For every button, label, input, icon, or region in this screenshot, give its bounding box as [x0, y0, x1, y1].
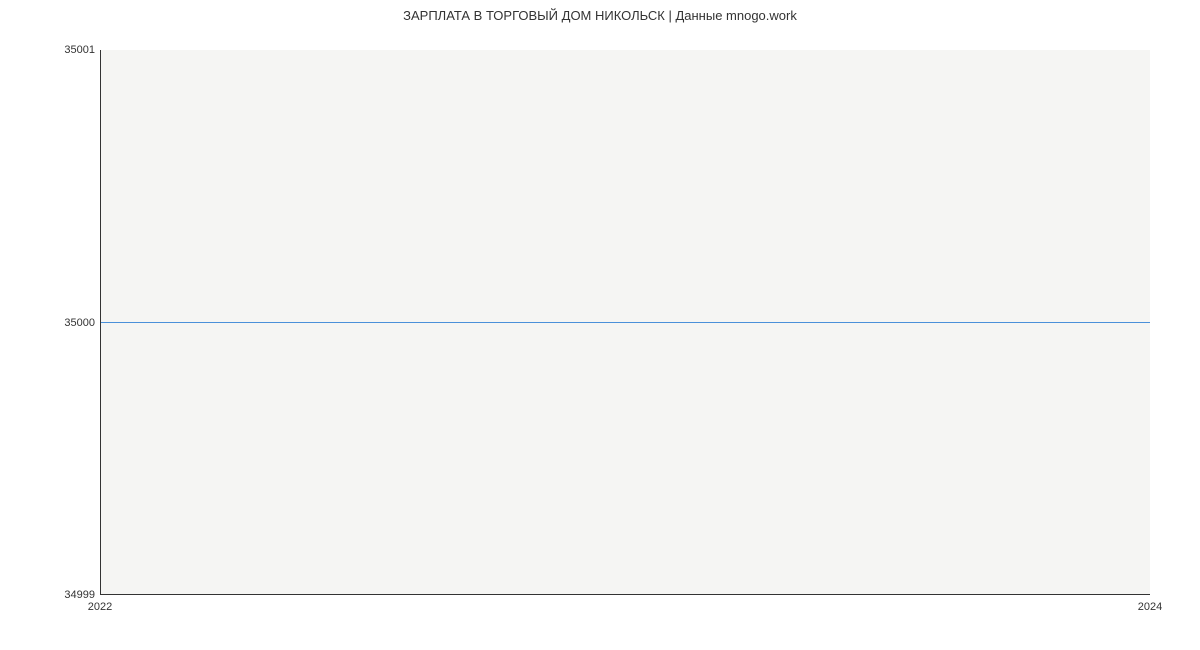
y-tick-label: 35001: [64, 44, 95, 56]
plot-area: [100, 50, 1150, 595]
y-tick-label: 35000: [64, 317, 95, 329]
data-line: [101, 322, 1150, 323]
x-tick-label: 2024: [1138, 601, 1162, 613]
chart-container: 35001 35000 34999 2022 2024: [100, 50, 1150, 595]
y-tick-label: 34999: [64, 589, 95, 601]
x-tick-label: 2022: [88, 601, 112, 613]
chart-title: ЗАРПЛАТА В ТОРГОВЫЙ ДОМ НИКОЛЬСК | Данны…: [0, 0, 1200, 23]
